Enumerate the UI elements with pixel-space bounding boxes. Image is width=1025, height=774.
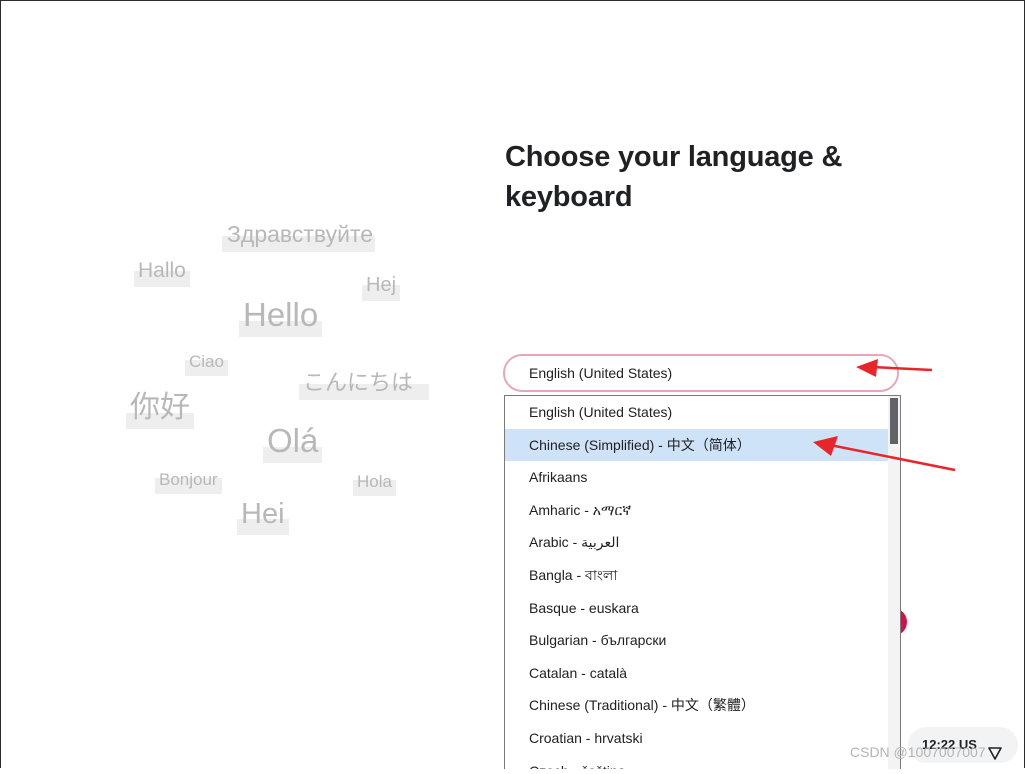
language-select[interactable]: English (United States) — [503, 354, 899, 392]
language-option[interactable]: Basque - euskara — [505, 592, 900, 625]
greeting-word: こんにちは — [299, 372, 430, 400]
language-option-highlighted[interactable]: Chinese (Simplified) - 中文（简体） — [505, 428, 900, 462]
language-option[interactable]: English (United States) — [505, 396, 900, 429]
scrollbar-thumb[interactable] — [890, 398, 898, 444]
language-option[interactable]: Afrikaans — [505, 461, 900, 494]
language-option[interactable]: Chinese (Traditional) - 中文（繁體） — [505, 689, 900, 722]
greeting-word: Hello — [239, 298, 323, 337]
language-option[interactable]: Czech - čeština — [505, 755, 900, 769]
greeting-word: Здравствуйте — [222, 223, 376, 252]
language-option[interactable]: Arabic - العربية — [505, 526, 900, 559]
language-option[interactable]: Catalan - català — [505, 657, 900, 690]
greeting-word: Hej — [362, 275, 401, 301]
greeting-word: Hola — [353, 473, 396, 496]
language-option[interactable]: Bangla - বাংলা — [505, 559, 900, 592]
greeting-word: 你好 — [126, 393, 194, 429]
watermark: CSDN @1007007007 — [850, 744, 986, 760]
greeting-word: Olá — [263, 424, 323, 463]
language-option[interactable]: Amharic - አማርኛ — [505, 494, 900, 527]
dropdown-scrollbar[interactable] — [888, 396, 900, 769]
greeting-word: Ciao — [185, 353, 228, 376]
language-option[interactable]: Croatian - hrvatski — [505, 722, 900, 755]
page-title: Choose your language & keyboard — [505, 141, 843, 213]
greeting-word: Hei — [237, 500, 289, 535]
language-option[interactable]: Bulgarian - български — [505, 624, 900, 657]
greeting-word: Bonjour — [155, 471, 222, 494]
language-dropdown-list[interactable]: English (United States) Chinese (Simplif… — [504, 395, 901, 769]
greeting-word: Hallo — [134, 260, 190, 287]
